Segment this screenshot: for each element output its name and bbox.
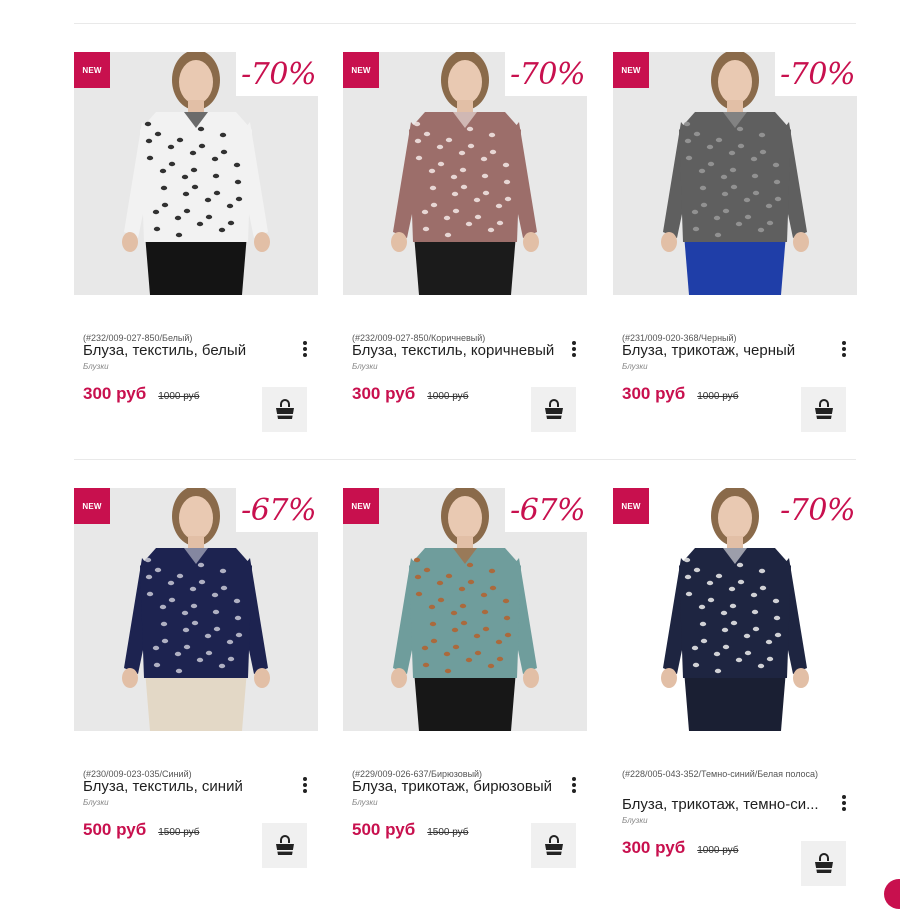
old-price: 1000 руб: [697, 845, 739, 856]
new-badge: NEW: [74, 488, 110, 524]
chat-widget-button[interactable]: [884, 879, 900, 909]
discount-label: -67%: [505, 488, 587, 532]
old-price: 1000 руб: [697, 391, 739, 402]
more-options-icon[interactable]: [301, 775, 309, 795]
product-name[interactable]: Блуза, трикотаж, темно-си...: [622, 794, 837, 816]
new-badge: NEW: [613, 52, 649, 88]
product-image[interactable]: NEW -70%: [74, 52, 318, 295]
product-image[interactable]: NEW -70%: [613, 52, 857, 295]
add-to-cart-button[interactable]: [801, 387, 846, 432]
old-price: 1000 руб: [427, 391, 469, 402]
product-name[interactable]: Блуза, текстиль, синий: [83, 776, 298, 798]
shopping-bag-icon: [544, 398, 563, 419]
discount-label: -70%: [775, 52, 857, 96]
new-badge: NEW: [74, 52, 110, 88]
product-name[interactable]: Блуза, текстиль, коричневый: [352, 340, 567, 362]
more-options-icon[interactable]: [840, 793, 848, 813]
product-image[interactable]: NEW -70%: [343, 52, 587, 295]
product-name[interactable]: Блуза, текстиль, белый: [83, 340, 298, 362]
shopping-bag-icon: [814, 398, 833, 419]
discount-label: -70%: [236, 52, 318, 96]
product-category[interactable]: Блузки: [352, 798, 378, 807]
product-category[interactable]: Блузки: [622, 816, 648, 825]
add-to-cart-button[interactable]: [531, 823, 576, 868]
add-to-cart-button[interactable]: [801, 841, 846, 886]
add-to-cart-button[interactable]: [262, 823, 307, 868]
discount-label: -70%: [775, 488, 857, 532]
price-row: 300 руб 1000 руб: [352, 384, 469, 404]
discount-label: -67%: [236, 488, 318, 532]
shopping-bag-icon: [275, 398, 294, 419]
old-price: 1000 руб: [158, 391, 200, 402]
new-badge: NEW: [343, 488, 379, 524]
new-badge: NEW: [343, 52, 379, 88]
product-image[interactable]: NEW -67%: [74, 488, 318, 731]
current-price: 300 руб: [622, 838, 686, 857]
product-image[interactable]: NEW -70%: [613, 488, 857, 731]
add-to-cart-button[interactable]: [262, 387, 307, 432]
price-row: 500 руб 1500 руб: [83, 820, 200, 840]
product-image[interactable]: NEW -67%: [343, 488, 587, 731]
product-category[interactable]: Блузки: [622, 362, 648, 371]
price-row: 500 руб 1500 руб: [352, 820, 469, 840]
price-row: 300 руб 1000 руб: [83, 384, 200, 404]
shopping-bag-icon: [814, 852, 833, 873]
more-options-icon[interactable]: [840, 339, 848, 359]
product-category[interactable]: Блузки: [352, 362, 378, 371]
more-options-icon[interactable]: [570, 775, 578, 795]
add-to-cart-button[interactable]: [531, 387, 576, 432]
more-options-icon[interactable]: [570, 339, 578, 359]
product-name[interactable]: Блуза, трикотаж, бирюзовый: [352, 776, 567, 798]
product-category[interactable]: Блузки: [83, 362, 109, 371]
price-row: 300 руб 1000 руб: [622, 384, 739, 404]
new-badge: NEW: [613, 488, 649, 524]
old-price: 1500 руб: [427, 827, 469, 838]
more-options-icon[interactable]: [301, 339, 309, 359]
discount-label: -70%: [505, 52, 587, 96]
current-price: 500 руб: [83, 820, 147, 839]
top-divider: [74, 23, 856, 24]
shopping-bag-icon: [544, 834, 563, 855]
row-divider: [74, 459, 856, 460]
current-price: 300 руб: [622, 384, 686, 403]
old-price: 1500 руб: [158, 827, 200, 838]
product-sku: (#228/005-043-352/Темно-синий/Белая поло…: [622, 769, 819, 779]
price-row: 300 руб 1000 руб: [622, 838, 739, 858]
product-name[interactable]: Блуза, трикотаж, черный: [622, 340, 837, 362]
product-category[interactable]: Блузки: [83, 798, 109, 807]
current-price: 300 руб: [83, 384, 147, 403]
shopping-bag-icon: [275, 834, 294, 855]
current-price: 300 руб: [352, 384, 416, 403]
current-price: 500 руб: [352, 820, 416, 839]
